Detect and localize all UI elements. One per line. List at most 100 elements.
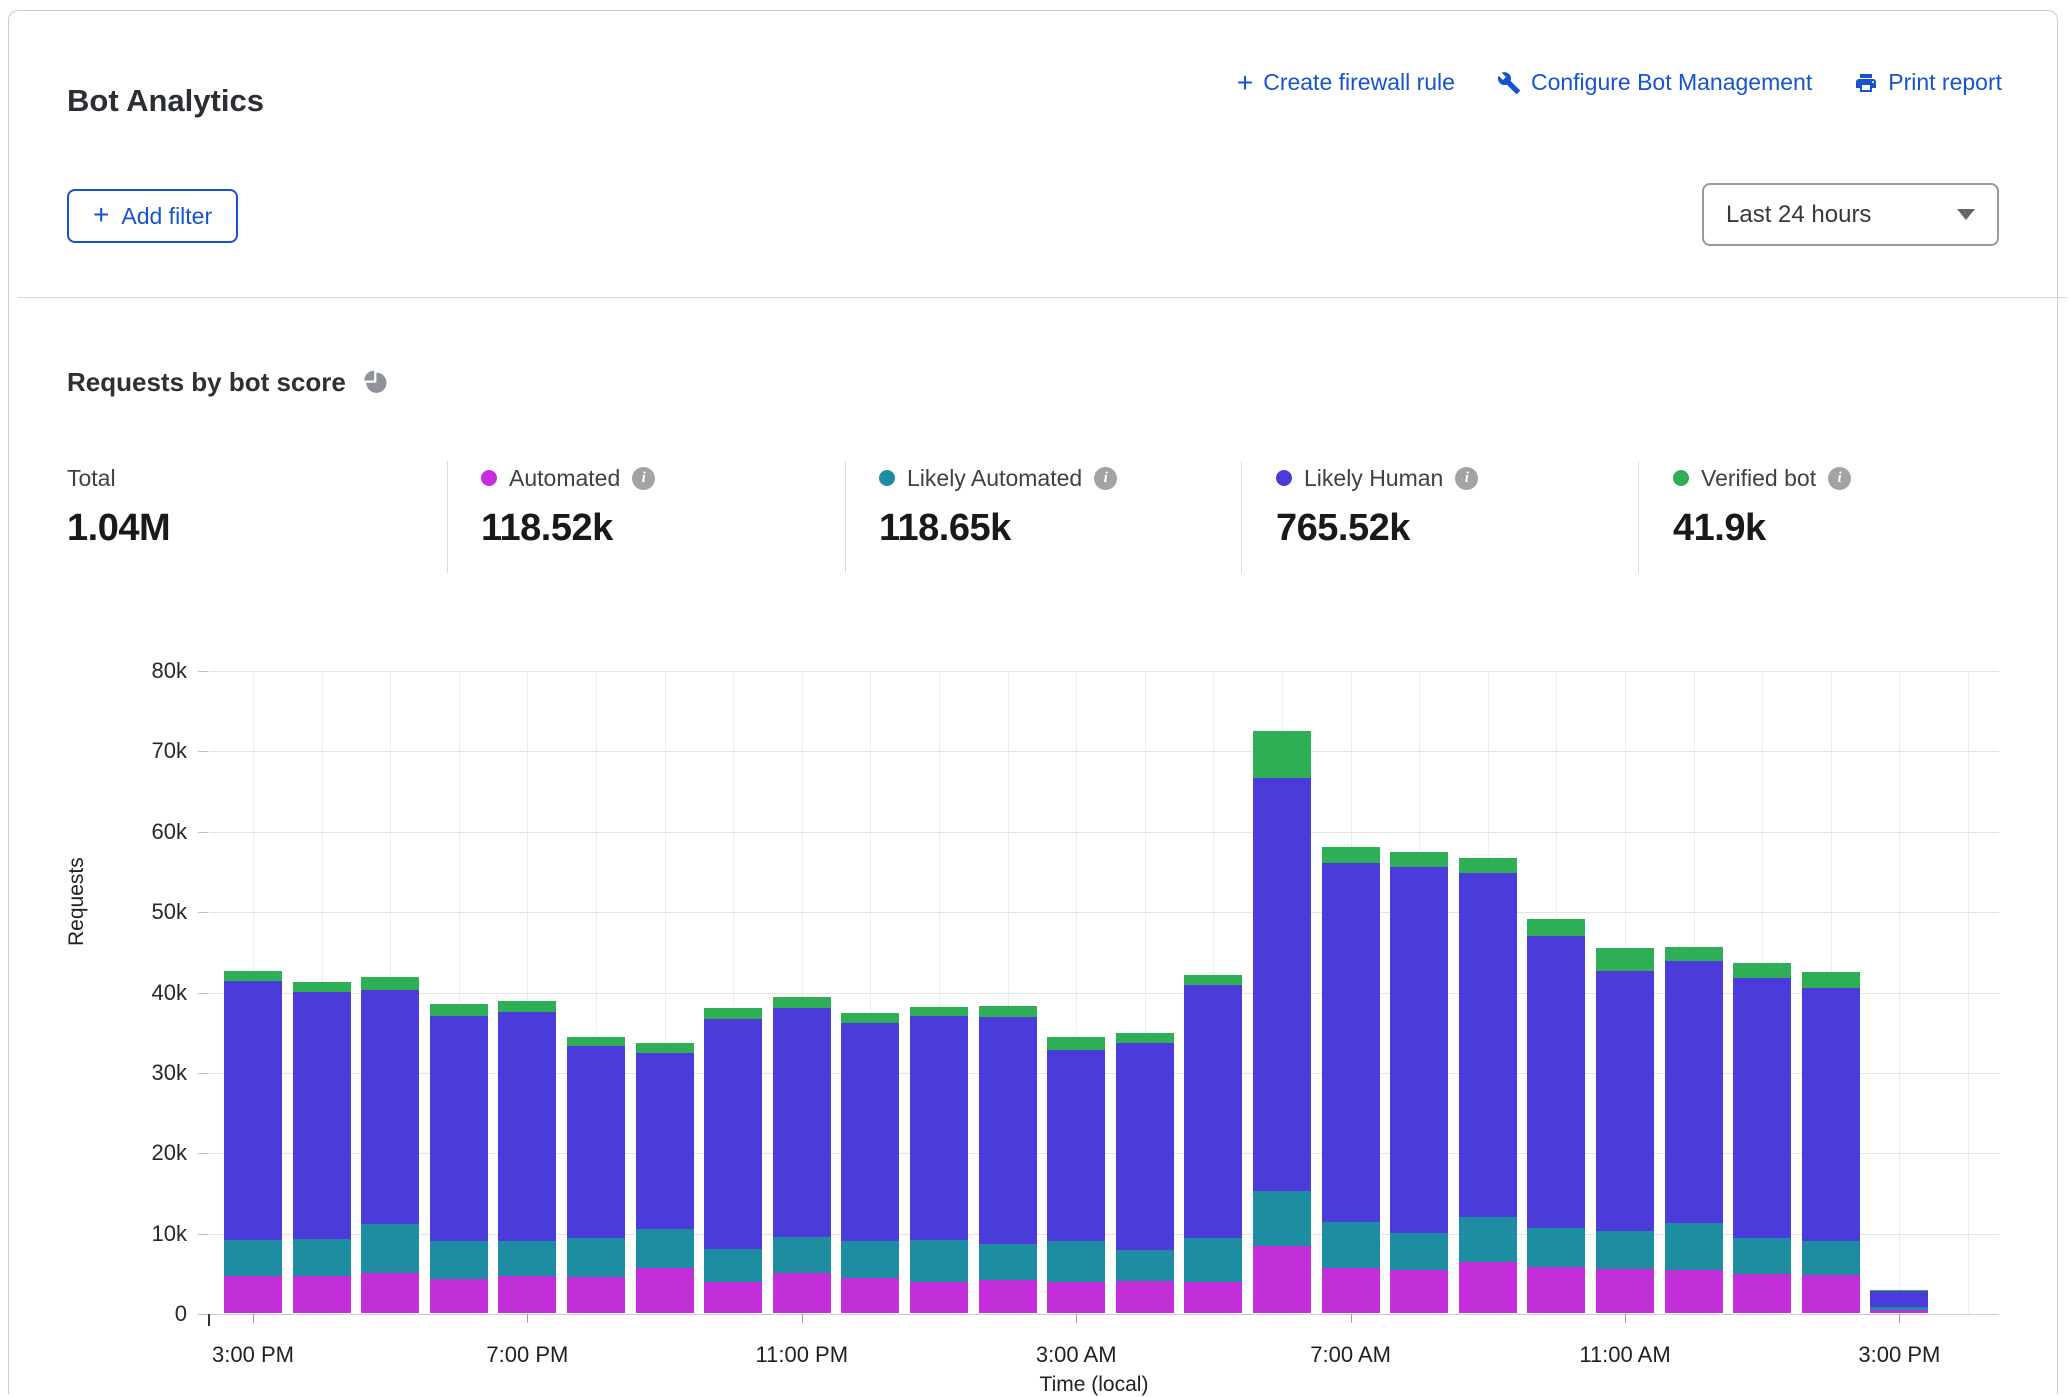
y-tick-label: 40k <box>117 980 187 1006</box>
segment-automated <box>1596 1269 1654 1313</box>
bar-12-00-pm[interactable] <box>1665 947 1723 1313</box>
bar-12-00-am[interactable] <box>841 1013 899 1313</box>
bar-8-00-am[interactable] <box>1390 852 1448 1313</box>
plus-icon: + <box>93 199 109 231</box>
segment-verified-bot <box>773 997 831 1008</box>
stat-divider <box>1241 461 1242 573</box>
x-tick-mark <box>1351 1314 1352 1323</box>
info-icon[interactable]: i <box>632 467 655 490</box>
bar-3-00-pm[interactable] <box>224 971 282 1313</box>
action-configure-bot-management[interactable]: Configure Bot Management <box>1497 69 1812 96</box>
bar-5-00-pm[interactable] <box>361 977 419 1313</box>
bar-11-00-am[interactable] <box>1596 948 1654 1313</box>
segment-verified-bot <box>1253 731 1311 778</box>
bar-2-00-am[interactable] <box>979 1006 1037 1313</box>
v-gridline <box>1968 671 1969 1314</box>
bar-4-00-am[interactable] <box>1116 1033 1174 1314</box>
segment-verified-bot <box>636 1043 694 1053</box>
y-tick-label: 60k <box>117 819 187 845</box>
section-title-row: Requests by bot score <box>67 367 389 398</box>
segment-verified-bot <box>1184 975 1242 985</box>
segment-automated <box>1802 1275 1860 1313</box>
segment-automated <box>567 1277 625 1313</box>
info-icon[interactable]: i <box>1455 467 1478 490</box>
segment-verified-bot <box>1390 852 1448 867</box>
bar-7-00-am[interactable] <box>1322 847 1380 1313</box>
bar-9-00-pm[interactable] <box>636 1043 694 1313</box>
bar-10-00-pm[interactable] <box>704 1008 762 1313</box>
segment-likely-automated <box>636 1229 694 1268</box>
action-print-report[interactable]: Print report <box>1854 69 2002 96</box>
segment-likely-automated <box>498 1241 556 1276</box>
action-label: Create firewall rule <box>1263 69 1455 96</box>
segment-likely-human <box>1253 778 1311 1191</box>
segment-automated <box>1665 1270 1723 1313</box>
segment-automated <box>1184 1282 1242 1313</box>
y-tick-mark <box>198 1073 208 1074</box>
chevron-down-icon <box>1957 209 1975 220</box>
segment-verified-bot <box>1322 847 1380 863</box>
segment-likely-automated <box>1733 1238 1791 1274</box>
segment-verified-bot <box>293 982 351 992</box>
page-title: Bot Analytics <box>67 83 264 119</box>
segment-automated <box>1253 1246 1311 1313</box>
info-icon[interactable]: i <box>1094 467 1117 490</box>
bar-1-00-am[interactable] <box>910 1007 968 1313</box>
x-tick-label: 3:00 PM <box>212 1342 294 1368</box>
bar-6-00-pm[interactable] <box>430 1004 488 1313</box>
stat-verified-bot: Verified boti41.9k <box>1673 463 1851 550</box>
add-filter-button[interactable]: + Add filter <box>67 189 238 243</box>
segment-likely-human <box>293 992 351 1239</box>
stat-label: Likely Automated <box>907 465 1082 492</box>
bar-9-00-am[interactable] <box>1459 858 1517 1313</box>
bar-11-00-pm[interactable] <box>773 997 831 1313</box>
pie-chart-icon <box>362 369 389 396</box>
time-range-value: Last 24 hours <box>1726 201 1871 229</box>
segment-verified-bot <box>1870 1290 1928 1291</box>
info-icon[interactable]: i <box>1828 467 1851 490</box>
likely-human-legend-dot <box>1276 470 1292 486</box>
segment-likely-human <box>841 1023 899 1242</box>
x-tick-mark <box>802 1314 803 1323</box>
bar-5-00-am[interactable] <box>1184 975 1242 1313</box>
y-tick-mark <box>198 1234 208 1235</box>
segment-automated <box>224 1276 282 1313</box>
origin-tick <box>208 1314 210 1326</box>
time-range-dropdown[interactable]: Last 24 hours <box>1702 183 1999 246</box>
segment-likely-human <box>1459 873 1517 1216</box>
bar-2-00-pm[interactable] <box>1802 972 1860 1313</box>
bar-1-00-pm[interactable] <box>1733 963 1791 1313</box>
y-tick-mark <box>198 993 208 994</box>
segment-verified-bot <box>1802 972 1860 988</box>
bar-4-00-pm[interactable] <box>293 982 351 1313</box>
bar-7-00-pm[interactable] <box>498 1001 556 1313</box>
segment-verified-bot <box>498 1001 556 1011</box>
segment-automated <box>498 1276 556 1313</box>
action-create-firewall-rule[interactable]: +Create firewall rule <box>1237 69 1455 96</box>
stat-value: 118.52k <box>481 507 655 550</box>
bar-10-00-am[interactable] <box>1527 919 1585 1313</box>
segment-likely-automated <box>1665 1223 1723 1270</box>
segment-automated <box>430 1279 488 1313</box>
stat-label: Automated <box>509 465 620 492</box>
bar-3-00-am[interactable] <box>1047 1037 1105 1313</box>
segment-likely-automated <box>704 1249 762 1282</box>
bar-6-00-am[interactable] <box>1253 731 1311 1313</box>
x-tick-mark <box>1076 1314 1077 1323</box>
segment-likely-automated <box>1253 1191 1311 1246</box>
segment-likely-automated <box>224 1240 282 1276</box>
bar-8-00-pm[interactable] <box>567 1037 625 1313</box>
segment-likely-human <box>498 1012 556 1241</box>
segment-automated <box>1390 1270 1448 1313</box>
bar-3-00-pm[interactable] <box>1870 1290 1928 1313</box>
requests-by-bot-score-chart <box>209 671 1999 1314</box>
segment-automated <box>636 1268 694 1313</box>
segment-likely-human <box>1047 1050 1105 1240</box>
segment-automated <box>1870 1310 1928 1313</box>
section-title: Requests by bot score <box>67 367 346 398</box>
segment-automated <box>773 1273 831 1313</box>
segment-automated <box>910 1282 968 1313</box>
x-tick-mark <box>253 1314 254 1323</box>
stat-divider <box>845 461 846 573</box>
segment-verified-bot <box>1527 919 1585 936</box>
